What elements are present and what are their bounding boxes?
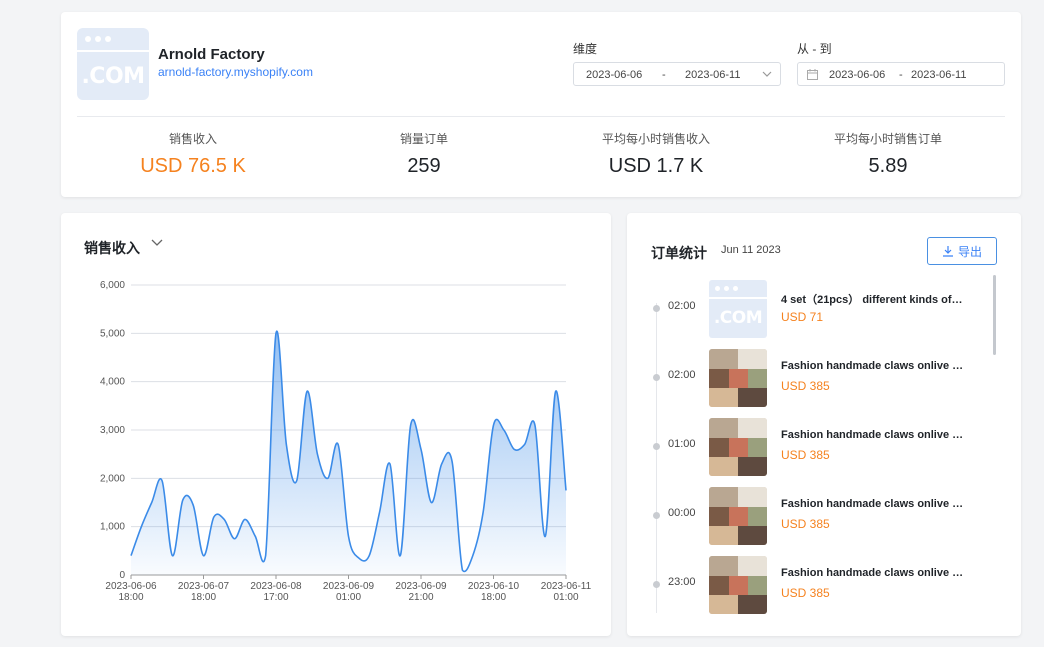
orders-date: Jun 11 2023 <box>721 244 781 256</box>
sales-chart-card: 0 1,000 2,000 3,000 4,000 5,000 6,000 2023-06-0… <box>61 213 611 636</box>
range-separator: - <box>899 69 903 81</box>
x-tick-time: 18:00 <box>481 592 506 603</box>
y-tick-label: 4,000 <box>100 377 125 388</box>
product-thumbnail <box>709 487 767 545</box>
x-tick-time: 18:00 <box>191 592 216 603</box>
store-logo-text: .COM <box>81 64 145 89</box>
kpi-label: 平均每小时销售收入 <box>601 132 710 146</box>
product-thumbnail: .COM <box>709 280 767 338</box>
order-product-title: Fashion handmade claws onlive sale <box>781 360 965 372</box>
download-icon <box>942 246 953 257</box>
kpi-hourly-revenue: 平均每小时销售收入 USD 1.7 K <box>536 130 776 178</box>
kpi-label: 销量订单 <box>399 132 448 146</box>
range-label: 从 - 到 <box>797 42 832 56</box>
order-time: 23:00 <box>668 576 696 588</box>
order-time: 02:00 <box>668 300 696 312</box>
chevron-down-icon <box>762 71 772 77</box>
order-item[interactable]: 00:00 Fashion handmade claws onlive sale U… <box>627 484 1007 548</box>
chart-metric-selector[interactable]: 销售收入 <box>84 238 140 258</box>
timeline-dot <box>653 512 660 519</box>
store-logo: .COM <box>77 28 149 100</box>
order-time: 02:00 <box>668 369 696 381</box>
kpi-order-count: 销量订单 259 <box>304 130 544 178</box>
store-name: Arnold Factory <box>158 46 265 63</box>
kpi-sales-revenue: 销售收入 USD 76.5 K <box>73 130 313 178</box>
store-summary-card: .COM Arnold Factory arnold-factory.mysho… <box>61 12 1021 197</box>
dimension-separator: - <box>662 69 666 81</box>
product-thumbnail <box>709 418 767 476</box>
y-tick-label: 2,000 <box>100 473 125 484</box>
range-date-picker[interactable]: 2023-06-06 - 2023-06-11 <box>797 62 1005 86</box>
order-time: 00:00 <box>668 507 696 519</box>
x-tick-date: 2023-06-06 <box>105 581 157 592</box>
orders-title: 订单统计 <box>651 245 707 261</box>
range-end-date: 2023-06-11 <box>911 69 967 81</box>
export-label: 导出 <box>957 244 982 259</box>
x-tick-time: 01:00 <box>553 592 578 603</box>
timeline-dot <box>653 374 660 381</box>
y-tick-label: 6,000 <box>100 280 125 291</box>
timeline-dot <box>653 581 660 588</box>
kpi-value: USD 1.7 K <box>608 155 704 177</box>
kpi-value: USD 76.5 K <box>140 155 246 177</box>
x-tick-time: 01:00 <box>336 592 361 603</box>
y-tick-label: 1,000 <box>100 522 125 533</box>
order-price: USD 385 <box>781 448 830 462</box>
order-product-title: Fashion handmade claws onlive sale <box>781 429 965 441</box>
dimension-end-date: 2023-06-11 <box>685 69 741 81</box>
export-button[interactable]: 导出 <box>927 237 997 265</box>
timeline-dot <box>653 305 660 312</box>
kpi-label: 销售收入 <box>168 132 217 146</box>
sales-chart: 0 1,000 2,000 3,000 4,000 5,000 6,000 2023-06-0… <box>100 280 592 603</box>
calendar-icon <box>807 69 818 80</box>
order-item[interactable]: 23:00 Fashion handmade claws onlive sale U… <box>627 553 1007 617</box>
order-product-title: Fashion handmade claws onlive sale <box>781 567 965 579</box>
order-item[interactable]: 02:00 Fashion handmade claws onlive sale U… <box>627 346 1007 410</box>
x-tick-date: 2023-06-08 <box>250 581 302 592</box>
x-tick-date: 2023-06-10 <box>468 581 520 592</box>
x-tick-time: 17:00 <box>263 592 288 603</box>
kpi-hourly-orders: 平均每小时销售订单 5.89 <box>768 130 1008 178</box>
kpi-value: 5.89 <box>868 155 908 177</box>
order-price: USD 385 <box>781 517 830 531</box>
store-url-link[interactable]: arnold-factory.myshopify.com <box>158 65 313 79</box>
dimension-date-picker[interactable]: 2023-06-06 - 2023-06-11 <box>573 62 781 86</box>
chevron-down-icon[interactable] <box>151 239 163 247</box>
order-price: USD 385 <box>781 379 830 393</box>
range-start-date: 2023-06-06 <box>829 69 886 81</box>
order-price: USD 385 <box>781 586 830 600</box>
dimension-label: 维度 <box>573 42 598 56</box>
kpi-value: 259 <box>407 155 441 177</box>
x-tick-date: 2023-06-09 <box>395 581 447 592</box>
x-tick-date: 2023-06-07 <box>178 581 230 592</box>
x-tick-date: 2023-06-11 <box>541 581 592 592</box>
order-price: USD 71 <box>781 310 824 324</box>
y-tick-label: 5,000 <box>100 328 125 339</box>
x-tick-date: 2023-06-09 <box>323 581 375 592</box>
y-tick-label: 3,000 <box>100 425 125 436</box>
product-thumbnail <box>709 349 767 407</box>
orders-card: 订单统计 Jun 11 2023 导出 02:00 .COM 4 set（21pcs… <box>627 213 1021 636</box>
x-tick-time: 21:00 <box>408 592 433 603</box>
y-tick-label: 0 <box>119 570 125 581</box>
product-thumbnail <box>709 556 767 614</box>
thumbnail-logo-text: .COM <box>713 308 763 328</box>
kpi-label: 平均每小时销售订单 <box>833 132 942 146</box>
divider <box>77 116 1005 117</box>
order-item[interactable]: 02:00 .COM 4 set（21pcs） different kinds of… <box>627 277 1007 341</box>
dimension-start-date: 2023-06-06 <box>586 69 643 81</box>
order-time: 01:00 <box>668 438 696 450</box>
order-product-title: 4 set（21pcs） different kinds of claws in… <box>781 294 965 306</box>
order-item[interactable]: 01:00 Fashion handmade claws onlive sale U… <box>627 415 1007 479</box>
timeline-dot <box>653 443 660 450</box>
x-tick-time: 18:00 <box>118 592 143 603</box>
order-product-title: Fashion handmade claws onlive sale <box>781 498 965 510</box>
